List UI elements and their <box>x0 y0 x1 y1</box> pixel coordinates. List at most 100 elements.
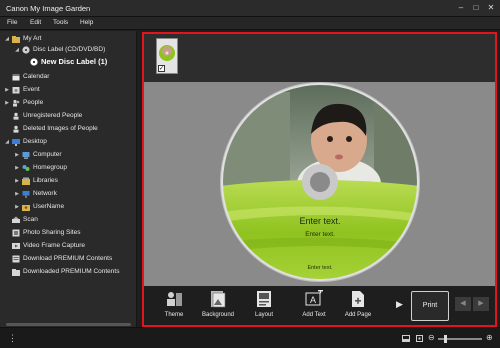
tree-item-deleted-images[interactable]: Deleted Images of People <box>10 123 98 134</box>
expand-arrow-icon[interactable]: ▶ <box>14 178 20 184</box>
person-icon <box>13 125 19 133</box>
preview-canvas: Enter text. Enter text. Enter text. <box>144 82 495 286</box>
desktop-icon <box>12 138 20 146</box>
tree-item-event[interactable]: ▶ Event <box>4 84 40 95</box>
maximize-icon[interactable]: □ <box>471 3 481 13</box>
expand-arrow-icon[interactable]: ▶ <box>4 87 10 93</box>
network-icon <box>22 190 30 198</box>
tree-item-unregistered-people[interactable]: Unregistered People <box>10 110 82 121</box>
layout-icon <box>257 291 271 307</box>
edit-toolbar: Theme Background Layout A Add Text Add P… <box>144 286 495 325</box>
tree-item-scan[interactable]: Scan <box>10 214 38 225</box>
theme-button[interactable]: Theme <box>152 290 196 324</box>
tree-item-my-art[interactable]: ◢ My Art <box>4 33 41 44</box>
tool-label: Layout <box>254 312 273 318</box>
tree-item-desktop[interactable]: ◢ Desktop <box>4 136 47 147</box>
disc-label-icon <box>30 57 38 66</box>
theme-icon <box>167 292 182 306</box>
scan-icon <box>12 216 20 223</box>
homegroup-icon <box>22 164 30 171</box>
tree-item-downloaded-premium[interactable]: Downloaded PREMIUM Contents <box>10 266 119 277</box>
tree-item-libraries[interactable]: ▶ Libraries <box>14 175 58 186</box>
menu-file[interactable]: File <box>7 19 17 26</box>
expand-arrow-icon[interactable]: ▶ <box>14 152 20 158</box>
tool-label: Add Page <box>344 312 372 318</box>
people-icon <box>13 99 20 106</box>
tree-item-photo-sharing[interactable]: Photo Sharing Sites <box>10 227 80 238</box>
disc-label-preview[interactable]: Enter text. Enter text. Enter text. <box>144 82 495 286</box>
menu-edit[interactable]: Edit <box>30 19 41 26</box>
tree-item-label: Download PREMIUM Contents <box>23 255 113 262</box>
tree-item-username[interactable]: ▶ UserName <box>14 201 64 212</box>
tree-item-label: Disc Label (CD/DVD/BD) <box>33 46 106 53</box>
tree-item-people[interactable]: ▶ People <box>4 97 43 108</box>
minimize-icon[interactable]: – <box>456 3 466 13</box>
more-options-icon[interactable]: ⋮ <box>8 333 17 344</box>
expand-arrow-icon[interactable]: ▶ <box>14 191 20 197</box>
tree-item-label: My Art <box>23 35 42 42</box>
svg-text:A: A <box>310 295 316 305</box>
zoom-in-icon[interactable]: ⊕ <box>486 333 493 342</box>
background-button[interactable]: Background <box>196 290 240 324</box>
tool-label: Background <box>201 312 235 318</box>
tree-item-label: UserName <box>33 203 65 210</box>
folder-icon <box>12 35 20 43</box>
person-icon <box>13 112 19 120</box>
menu-bar: File Edit Tools Help <box>0 17 500 30</box>
zoom-slider[interactable] <box>438 335 482 343</box>
tree-item-label: Scan <box>23 216 38 223</box>
tree-item-new-disc-label[interactable]: New Disc Label (1) <box>28 55 107 68</box>
expand-arrow-icon[interactable]: ▶ <box>14 165 20 171</box>
zoom-out-icon[interactable]: ⊖ <box>428 333 435 342</box>
tree-item-network[interactable]: ▶ Network <box>14 188 57 199</box>
display-toggle-icon[interactable] <box>402 335 410 342</box>
download-icon <box>12 255 20 262</box>
layout-button[interactable]: Layout <box>242 290 286 324</box>
disc-main-text[interactable]: Enter text. <box>299 216 340 226</box>
tree-item-label: Downloaded PREMIUM Contents <box>23 268 120 275</box>
page-thumbnail[interactable]: ✓ <box>156 38 178 74</box>
tree-item-label: Event <box>23 86 40 93</box>
tree-item-label: People <box>23 99 44 106</box>
event-icon <box>12 86 20 93</box>
tree-item-calendar[interactable]: Calendar <box>10 71 49 82</box>
checkbox-checked-icon[interactable]: ✓ <box>158 65 165 72</box>
disc-sub-text[interactable]: Enter text. <box>305 231 335 238</box>
expand-arrow-icon[interactable]: ▶ <box>14 204 20 210</box>
expand-arrow-icon[interactable]: ▶ <box>4 100 10 106</box>
zoom-slider-handle[interactable] <box>444 335 447 343</box>
add-text-icon: A <box>305 290 323 306</box>
tool-label: Add Text <box>302 312 326 318</box>
previous-page-icon[interactable]: ◀ <box>455 297 471 311</box>
libraries-icon <box>22 177 30 185</box>
fit-to-window-icon[interactable] <box>416 335 423 342</box>
collapse-arrow-icon[interactable]: ◢ <box>14 47 20 53</box>
collapse-arrow-icon[interactable]: ◢ <box>4 36 10 42</box>
next-page-icon[interactable]: ▶ <box>473 297 489 311</box>
tree-item-download-premium[interactable]: Download PREMIUM Contents <box>10 253 112 264</box>
menu-tools[interactable]: Tools <box>53 19 68 26</box>
folder-icon <box>12 268 20 276</box>
disc-icon <box>22 45 30 54</box>
print-button[interactable]: Print <box>411 291 449 321</box>
title-bar: Canon My Image Garden – □ ✕ <box>0 0 500 17</box>
toolbar-more-arrow-icon[interactable]: ▶ <box>396 299 403 310</box>
menu-help[interactable]: Help <box>80 19 93 26</box>
window-title: Canon My Image Garden <box>6 4 91 13</box>
add-page-button[interactable]: Add Page <box>336 290 380 324</box>
video-icon <box>12 242 20 249</box>
add-page-icon <box>352 291 364 307</box>
collapse-arrow-icon[interactable]: ◢ <box>4 139 10 145</box>
tree-item-homegroup[interactable]: ▶ Homegroup <box>14 162 67 173</box>
tree-item-label: Calendar <box>23 73 50 80</box>
sidebar-tree: ◢ My Art ◢ Disc Label (CD/DVD/BD) New Di… <box>0 31 137 327</box>
add-text-button[interactable]: A Add Text <box>292 290 336 324</box>
tree-item-computer[interactable]: ▶ Computer <box>14 149 62 160</box>
close-icon[interactable]: ✕ <box>486 3 496 13</box>
sidebar-splitter[interactable] <box>6 323 131 326</box>
tree-item-video-frame[interactable]: Video Frame Capture <box>10 240 85 251</box>
tree-item-disc-label[interactable]: ◢ Disc Label (CD/DVD/BD) <box>14 44 105 55</box>
tree-item-label: Desktop <box>23 138 47 145</box>
disc-bottom-text[interactable]: Enter text. <box>307 265 333 271</box>
user-folder-icon <box>22 204 30 211</box>
